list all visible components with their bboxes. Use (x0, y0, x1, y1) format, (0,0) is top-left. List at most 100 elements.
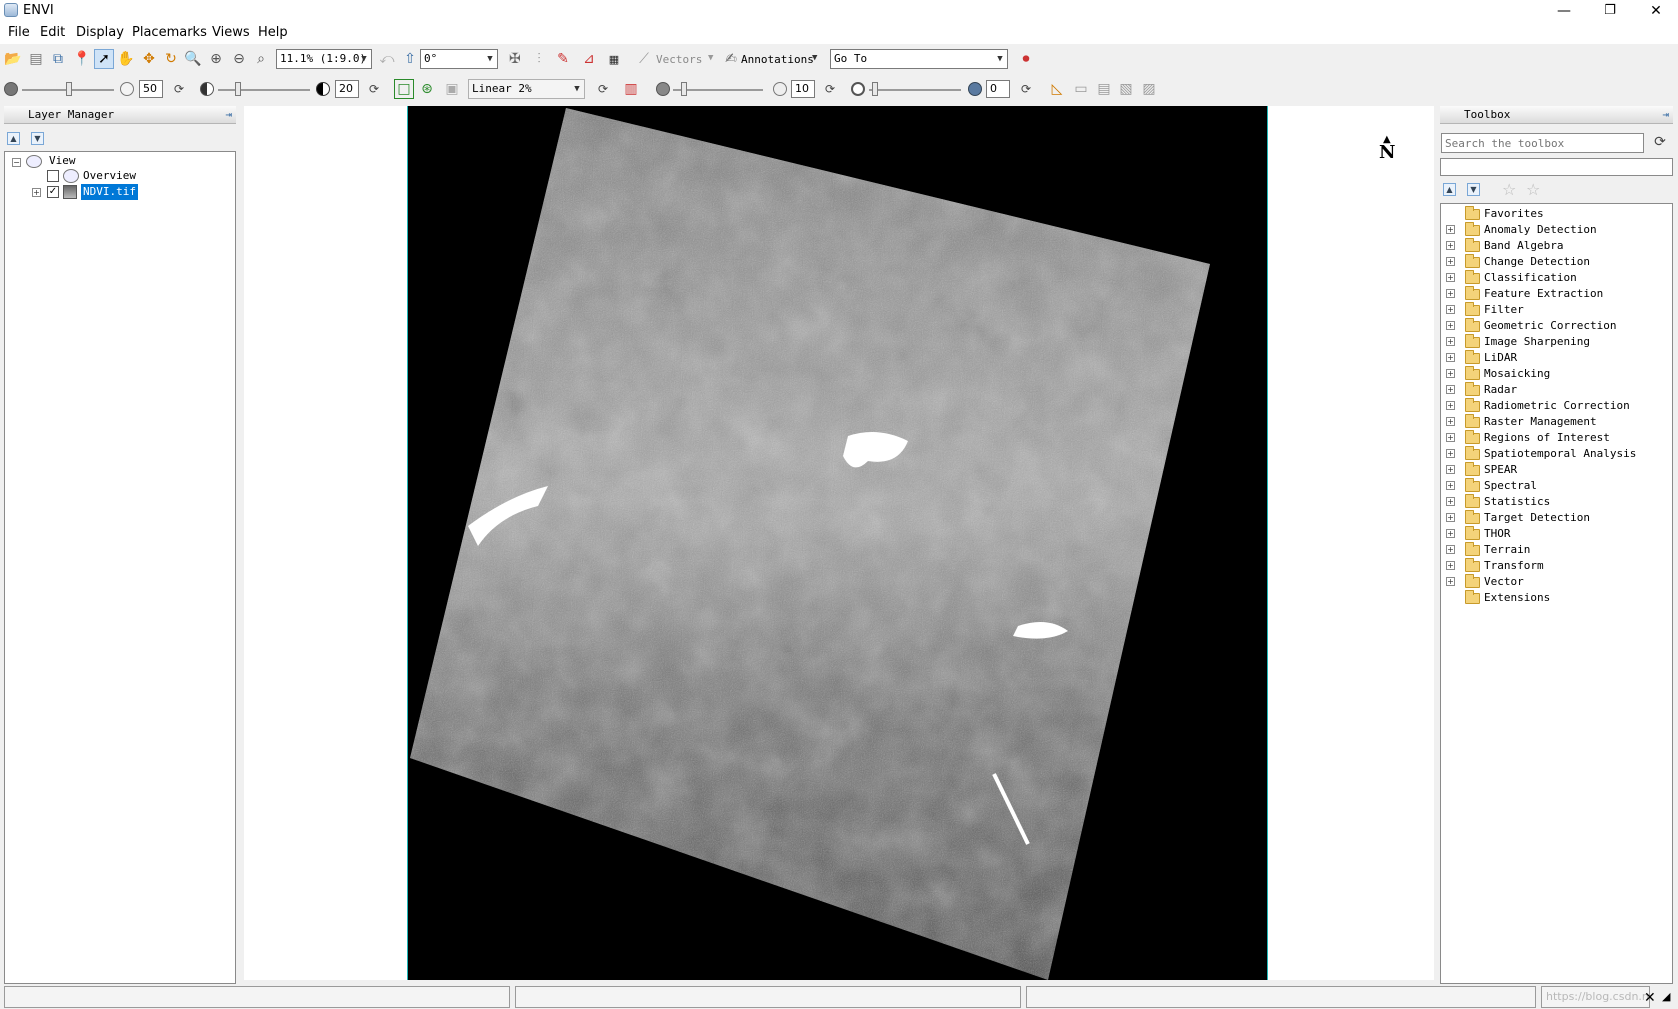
reset-brightness-icon[interactable]: ⟳ (169, 79, 189, 99)
contrast-slider[interactable] (218, 89, 310, 91)
contrast-slider-thumb[interactable] (235, 82, 241, 96)
data-manager-icon[interactable]: ▤ (26, 49, 46, 69)
tree-collapse-icon[interactable]: − (12, 158, 21, 167)
tree-expand-icon[interactable]: + (1446, 561, 1455, 570)
menu-edit[interactable]: Edit (40, 25, 65, 40)
stretch-type-combo[interactable]: Linear 2% ▼ (468, 79, 585, 99)
favorite-remove-icon[interactable]: ☆ (1526, 180, 1540, 199)
stretch-view-icon[interactable]: ⊛ (417, 79, 437, 99)
favorite-add-icon[interactable]: ☆ (1502, 180, 1516, 199)
collapse-all-icon[interactable]: ▲ (7, 132, 20, 145)
close-button[interactable]: ✕ (1633, 0, 1678, 22)
close-small-icon[interactable]: ✕ (1644, 990, 1656, 1006)
zoom-level-combo[interactable]: 11.1% (1:9.0) ▼ (276, 49, 372, 69)
annotations-dropdown[interactable]: Annotations (741, 53, 814, 66)
toolbox-item[interactable]: Raster Management (1484, 414, 1597, 430)
tree-expand-icon[interactable]: + (32, 188, 41, 197)
ndvi-checkbox[interactable]: ✓ (47, 186, 59, 198)
toolbox-item[interactable]: Statistics (1484, 494, 1550, 510)
tree-expand-icon[interactable]: + (1446, 433, 1455, 442)
menu-placemarks[interactable]: Placemarks (132, 25, 207, 40)
goto-execute-icon[interactable]: ⏺ (1016, 49, 1036, 69)
toolbox-item[interactable]: Mosaicking (1484, 366, 1550, 382)
sharpen-value-field[interactable]: 10 (791, 80, 815, 98)
dock-pin-icon[interactable]: ⇥ (225, 106, 232, 124)
reset-transparency-icon[interactable]: ⟳ (1016, 79, 1036, 99)
tree-item-ndvi[interactable]: NDVI.tif (81, 184, 138, 200)
minimize-button[interactable]: — (1541, 0, 1587, 22)
toolbox-item[interactable]: THOR (1484, 526, 1511, 542)
tree-expand-icon[interactable]: + (1446, 465, 1455, 474)
zoom-in-icon[interactable]: ⊕ (206, 49, 226, 69)
toolbox-search-input[interactable] (1441, 133, 1644, 153)
menu-file[interactable]: File (8, 25, 30, 40)
dock-pin-icon[interactable]: ⇥ (1662, 106, 1669, 124)
chip-view-icon[interactable]: ⧉ (48, 49, 68, 69)
tree-expand-icon[interactable]: + (1446, 449, 1455, 458)
image-view[interactable]: ▲ N (244, 106, 1434, 980)
toolbox-item[interactable]: Radar (1484, 382, 1517, 398)
toolbox-item[interactable]: Classification (1484, 270, 1577, 286)
portal-icon[interactable]: ▭ (1071, 79, 1091, 99)
toolbox-refresh-icon[interactable]: ⟳ (1651, 134, 1669, 152)
toolbox-item[interactable]: Favorites (1484, 206, 1544, 222)
tree-expand-icon[interactable]: + (1446, 497, 1455, 506)
restore-button[interactable]: ❐ (1587, 0, 1633, 22)
tree-expand-icon[interactable]: + (1446, 401, 1455, 410)
toolbox-item[interactable]: Transform (1484, 558, 1544, 574)
toolbox-item[interactable]: Anomaly Detection (1484, 222, 1597, 238)
goto-combo[interactable]: Go To ▼ (830, 49, 1008, 69)
refresh-stretch-icon[interactable]: ⟳ (593, 79, 613, 99)
pan-hand-icon[interactable]: ✋ (116, 49, 136, 69)
tree-expand-icon[interactable]: + (1446, 273, 1455, 282)
transparency-value-field[interactable]: 0 (986, 80, 1010, 98)
contrast-value-field[interactable]: 20 (335, 80, 359, 98)
rotate-left-icon[interactable]: ⤺ (377, 49, 397, 69)
crosshair-icon[interactable]: ✠ (505, 49, 525, 69)
toolbox-item[interactable]: Feature Extraction (1484, 286, 1603, 302)
zoom-icon[interactable]: 🔍 (183, 49, 203, 69)
toolbox-item[interactable]: Geometric Correction (1484, 318, 1616, 334)
tree-expand-icon[interactable]: + (1446, 481, 1455, 490)
expand-all-icon[interactable]: ▼ (31, 132, 44, 145)
tree-expand-icon[interactable]: + (1446, 257, 1455, 266)
tree-expand-icon[interactable]: + (1446, 321, 1455, 330)
zoom-out-icon[interactable]: ⊖ (229, 49, 249, 69)
pixel-locator-icon[interactable]: ▦ (604, 49, 624, 69)
tree-expand-icon[interactable]: + (1446, 337, 1455, 346)
tree-expand-icon[interactable]: + (1446, 577, 1455, 586)
image-frame[interactable] (407, 106, 1268, 980)
menu-display[interactable]: Display (76, 25, 124, 40)
brightness-value-field[interactable]: 50 (139, 80, 163, 98)
roi-tool-icon[interactable]: ⊿ (579, 49, 599, 69)
view-swipe-icon[interactable]: ▨ (1139, 79, 1159, 99)
toolbox-collapse-all-icon[interactable]: ▲ (1443, 183, 1456, 196)
transparency-slider[interactable] (869, 89, 961, 91)
tree-expand-icon[interactable]: + (1446, 529, 1455, 538)
vectors-icon[interactable]: ⟋ (634, 49, 654, 69)
toolbox-item[interactable]: Filter (1484, 302, 1524, 318)
stretch-full-icon[interactable]: □ (394, 79, 414, 99)
tree-expand-icon[interactable]: + (1446, 385, 1455, 394)
toolbox-item[interactable]: Vector (1484, 574, 1524, 590)
toolbox-item[interactable]: LiDAR (1484, 350, 1517, 366)
toolbox-item[interactable]: Band Algebra (1484, 238, 1563, 254)
reset-sharpen-icon[interactable]: ⟳ (820, 79, 840, 99)
brightness-slider-thumb[interactable] (66, 82, 72, 96)
toolbox-item[interactable]: Terrain (1484, 542, 1530, 558)
stretch-dataset-icon[interactable]: ▣ (442, 79, 462, 99)
vectors-dropdown[interactable]: Vectors (656, 53, 702, 66)
menu-views[interactable]: Views (212, 25, 250, 40)
toolbox-item[interactable]: Spatiotemporal Analysis (1484, 446, 1636, 462)
toolbox-item[interactable]: Extensions (1484, 590, 1550, 606)
ndvi-raster-image[interactable] (408, 106, 1268, 980)
tree-expand-icon[interactable]: + (1446, 353, 1455, 362)
tree-expand-icon[interactable]: + (1446, 241, 1455, 250)
view-blend-icon[interactable]: ▤ (1094, 79, 1114, 99)
annotations-icon[interactable]: ✍ (721, 49, 741, 69)
tree-expand-icon[interactable]: + (1446, 513, 1455, 522)
north-up-icon[interactable]: ⇧ (400, 49, 420, 69)
vector-edit-icon[interactable]: ⫶ (529, 49, 549, 69)
overview-checkbox[interactable] (47, 170, 59, 182)
open-file-icon[interactable]: 📂 (3, 49, 23, 69)
